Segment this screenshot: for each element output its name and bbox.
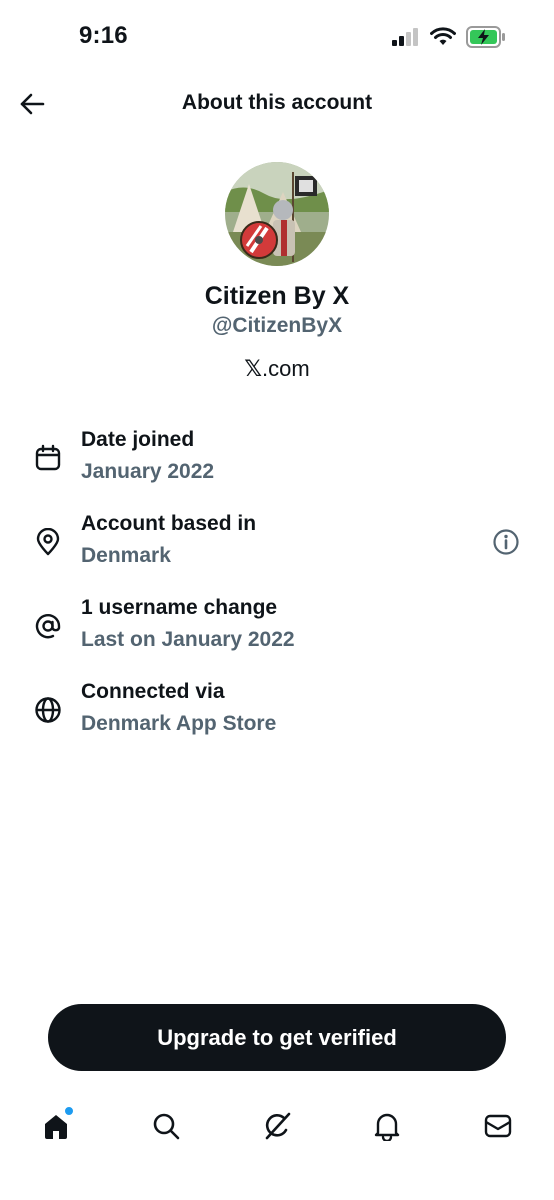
grok-icon: [265, 1112, 291, 1140]
mail-icon: [484, 1114, 512, 1138]
status-icons: [392, 26, 506, 53]
bottom-nav: [0, 1096, 554, 1156]
upgrade-verified-button[interactable]: Upgrade to get verified: [48, 1004, 506, 1071]
search-icon: [153, 1113, 180, 1140]
nav-messages[interactable]: [478, 1106, 518, 1146]
display-name: Citizen By X: [204, 282, 350, 310]
info-title: Date joined: [81, 428, 195, 451]
info-value: Denmark App Store: [81, 712, 277, 735]
nav-grok[interactable]: [257, 1106, 297, 1146]
info-value: January 2022: [81, 460, 215, 483]
info-title: Connected via: [81, 680, 225, 703]
username-handle: @CitizenByX: [211, 314, 343, 337]
x-logo-icon: 𝕏: [244, 356, 263, 381]
cellular-signal-icon: [392, 28, 420, 51]
location-pin-icon: [32, 526, 64, 558]
info-circle-icon: [493, 529, 519, 555]
status-time: 9:16: [79, 22, 128, 49]
at-sign-icon: [32, 610, 64, 642]
page-title: About this account: [181, 91, 373, 114]
info-row-account-based-in: Account based in Denmark: [0, 510, 554, 580]
info-row-username-change: 1 username change Last on January 2022: [0, 594, 554, 664]
info-value: Last on January 2022: [81, 628, 295, 651]
wifi-icon: [430, 27, 456, 52]
about-account-screen: 9:16 About this account Citizen By X @Ci…: [0, 0, 554, 1200]
info-row-date-joined: Date joined January 2022: [0, 426, 554, 496]
nav-notifications[interactable]: [367, 1106, 407, 1146]
bell-icon: [374, 1113, 400, 1141]
info-title: Account based in: [81, 512, 257, 535]
battery-charging-icon: [466, 26, 506, 53]
globe-icon: [32, 694, 64, 726]
avatar[interactable]: [225, 162, 329, 266]
calendar-icon: [32, 442, 64, 474]
info-help-button[interactable]: [490, 526, 522, 558]
affiliation-label: .com: [262, 356, 310, 381]
info-title: 1 username change: [81, 596, 278, 619]
nav-home[interactable]: [36, 1106, 76, 1146]
affiliation-link[interactable]: 𝕏.com: [0, 356, 554, 382]
info-row-connected-via: Connected via Denmark App Store: [0, 678, 554, 748]
notification-dot: [64, 1106, 74, 1116]
nav-search[interactable]: [146, 1106, 186, 1146]
info-value: Denmark: [81, 544, 171, 567]
